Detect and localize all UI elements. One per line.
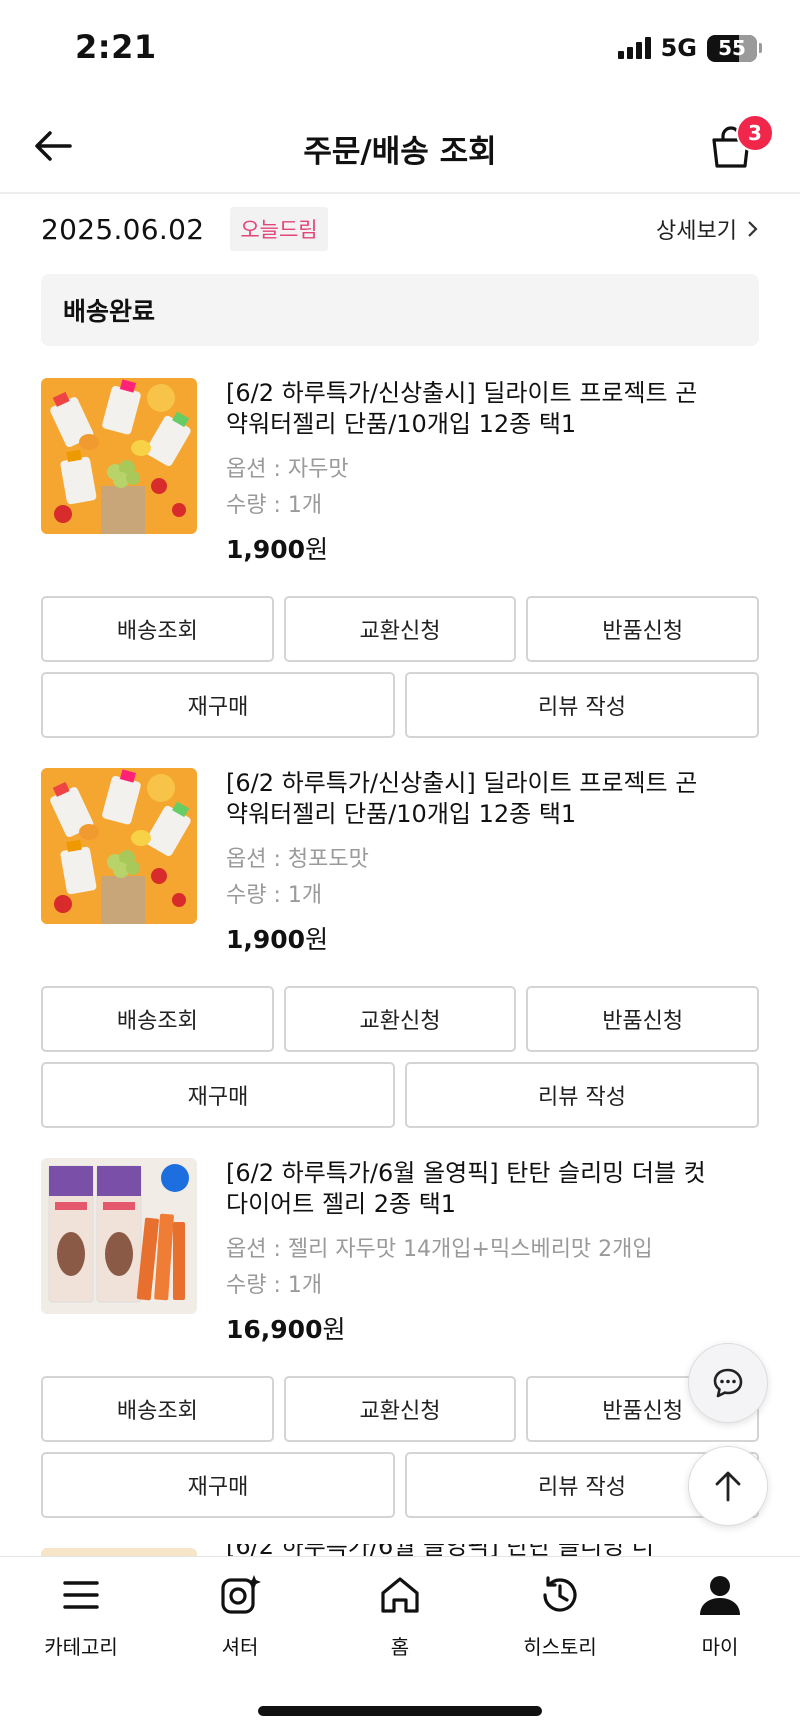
product-info: [6/2 하루특가/신상출시] 딜라이트 프로젝트 곤약워터젤리 단품/10개입… [226, 768, 709, 956]
menu-icon [63, 1581, 99, 1609]
product-quantity: 수량 : 1개 [226, 883, 323, 908]
fruit-jelly-image [41, 378, 197, 534]
price-currency: 원 [322, 1315, 346, 1344]
action-row: 배송조회 교환신청 반품신청 [41, 1376, 760, 1442]
nav-home[interactable]: 홈 [335, 1571, 465, 1660]
product-option: 옵션 : 청포도맛 [226, 847, 369, 872]
nav-label: 마이 [701, 1635, 739, 1659]
order-detail-link[interactable]: 상세보기 [656, 213, 759, 245]
action-row: 재구매 리뷰 작성 [41, 1452, 759, 1518]
delivery-type-badge: 오늘드림 [230, 207, 328, 251]
battery-level: 55 [718, 36, 746, 60]
repurchase-button[interactable]: 재구매 [41, 1062, 395, 1128]
nav-history[interactable]: 히스토리 [495, 1571, 625, 1660]
product-info: [6/2 하루특가/6월 올영픽] 탄탄 슬리밍 더블 컷 다이어트 젤리 2종… [226, 1158, 709, 1346]
product-name[interactable]: [6/2 하루특가/6월 올영픽] 탄탄 슬리밍 더블 컷 다이어트 젤리 2종… [226, 1158, 709, 1220]
price-currency: 원 [305, 535, 329, 564]
product-thumbnail[interactable] [41, 1158, 197, 1314]
status-bar: 2:21 5G 55 [0, 0, 800, 100]
repurchase-button[interactable]: 재구매 [41, 1452, 395, 1518]
order-item: [6/2 하루특가/6월 올영픽] 탄탄 슬리밍 더블 컷 다이어트 젤리 2종… [41, 1158, 760, 1548]
exchange-request-button[interactable]: 교환신청 [283, 596, 517, 662]
history-icon [543, 1576, 577, 1612]
exchange-request-button[interactable]: 교환신청 [283, 1376, 517, 1442]
next-item-name-text: [6/2 하루특가/6월 올영픽] 탄탄 슬리밍 더 [226, 1544, 696, 1556]
repurchase-button[interactable]: 재구매 [41, 672, 395, 738]
nav-label: 홈 [390, 1635, 410, 1659]
price-value: 1,900 [226, 535, 306, 564]
nav-label: 셔터 [221, 1635, 259, 1659]
cart-count-badge: 3 [736, 114, 774, 152]
chevron-right-icon [748, 221, 758, 237]
nav-label: 히스토리 [523, 1635, 597, 1659]
signal-icon [617, 37, 651, 59]
arrow-up-icon [715, 1471, 741, 1502]
action-row: 재구매 리뷰 작성 [41, 1062, 759, 1128]
shutter-icon [221, 1575, 261, 1614]
action-row: 배송조회 교환신청 반품신청 [41, 986, 760, 1052]
nav-label: 카테고리 [44, 1635, 118, 1659]
battery-icon: 55 [707, 34, 757, 62]
delivery-status-box: 배송완료 [41, 274, 759, 346]
status-time: 2:21 [75, 28, 157, 66]
product-thumbnail[interactable] [41, 378, 197, 534]
return-request-button[interactable]: 반품신청 [526, 596, 760, 662]
order-item: [6/2 하루특가/신상출시] 딜라이트 프로젝트 곤약워터젤리 단품/10개입… [41, 768, 760, 1158]
price-value: 16,900 [226, 1315, 323, 1344]
write-review-button[interactable]: 리뷰 작성 [405, 672, 759, 738]
fruit-jelly-image [41, 768, 197, 924]
person-icon [700, 1576, 740, 1615]
page-title: 주문/배송 조회 [303, 134, 497, 170]
track-delivery-button[interactable]: 배송조회 [41, 986, 274, 1052]
action-row: 배송조회 교환신청 반품신청 [41, 596, 760, 662]
chat-button[interactable] [688, 1343, 768, 1423]
product-name[interactable]: [6/2 하루특가/신상출시] 딜라이트 프로젝트 곤약워터젤리 단품/10개입… [226, 768, 709, 830]
product-price: 1,900원 [226, 530, 709, 566]
product-quantity: 수량 : 1개 [226, 1273, 323, 1298]
home-indicator [258, 1706, 542, 1716]
order-item: [6/2 하루특가/신상출시] 딜라이트 프로젝트 곤약워터젤리 단품/10개입… [41, 378, 760, 768]
product-option: 옵션 : 자두맛 [226, 457, 349, 482]
network-label: 5G [660, 34, 697, 62]
chat-bubble-icon [713, 1368, 743, 1398]
product-option: 옵션 : 젤리 자두맛 14개입+믹스베리맛 2개입 [226, 1237, 653, 1262]
return-request-button[interactable]: 반품신청 [526, 986, 760, 1052]
write-review-button[interactable]: 리뷰 작성 [405, 1062, 759, 1128]
price-currency: 원 [305, 925, 329, 954]
diet-jelly-image [41, 1158, 197, 1314]
exchange-request-button[interactable]: 교환신청 [283, 986, 517, 1052]
product-name[interactable]: [6/2 하루특가/신상출시] 딜라이트 프로젝트 곤약워터젤리 단품/10개입… [226, 378, 709, 440]
nav-my[interactable]: 마이 [655, 1571, 785, 1660]
product-thumbnail[interactable] [41, 768, 197, 924]
product-price: 1,900원 [226, 920, 709, 956]
price-value: 1,900 [226, 925, 306, 954]
delivery-status-label: 배송완료 [63, 297, 156, 326]
nav-shutter[interactable]: 셔터 [175, 1571, 305, 1660]
track-delivery-button[interactable]: 배송조회 [41, 596, 274, 662]
track-delivery-button[interactable]: 배송조회 [41, 1376, 274, 1442]
next-item-name: [6/2 하루특가/6월 올영픽] 탄탄 슬리밍 더 [226, 1544, 696, 1556]
detail-link-label: 상세보기 [656, 219, 737, 244]
order-header: 2025.06.02 오늘드림 상세보기 [41, 206, 759, 252]
action-row: 재구매 리뷰 작성 [41, 672, 759, 738]
top-app-bar: 주문/배송 조회 3 [0, 100, 800, 194]
scroll-top-button[interactable] [688, 1446, 768, 1526]
nav-category[interactable]: 카테고리 [16, 1571, 146, 1660]
status-indicators: 5G 55 [617, 34, 762, 62]
order-date: 2025.06.02 [41, 212, 205, 246]
product-info: [6/2 하루특가/신상출시] 딜라이트 프로젝트 곤약워터젤리 단품/10개입… [226, 378, 709, 566]
product-price: 16,900원 [226, 1310, 709, 1346]
home-icon [381, 1577, 419, 1613]
product-quantity: 수량 : 1개 [226, 493, 323, 518]
